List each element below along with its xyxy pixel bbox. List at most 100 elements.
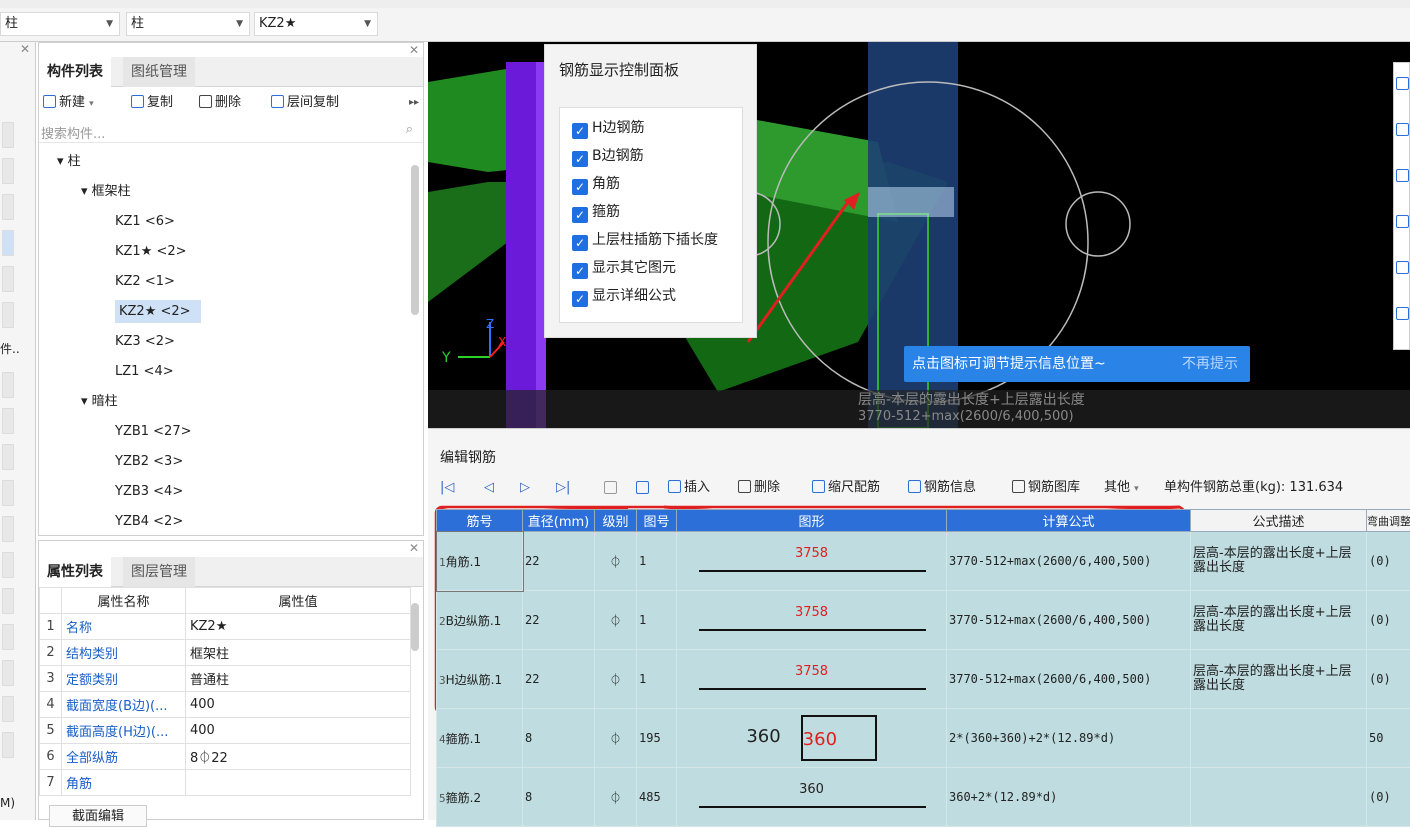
search-input[interactable]: 搜索构件...: [41, 123, 105, 142]
rebar-name-cell[interactable]: 2B边纵筋.1: [437, 591, 523, 650]
col-header[interactable]: 弯曲调整: [1367, 510, 1410, 532]
cube-icon[interactable]: [1396, 169, 1409, 182]
property-row[interactable]: 1名称KZ2★: [40, 614, 411, 640]
more-icon[interactable]: ▸▸: [409, 97, 419, 108]
side-tab[interactable]: [2, 158, 14, 184]
type-select[interactable]: 柱 ▼: [126, 12, 250, 36]
checkbox-checked-icon[interactable]: ✓: [572, 179, 588, 195]
checkbox-checked-icon[interactable]: ✓: [572, 151, 588, 167]
col-header[interactable]: 图号: [637, 510, 677, 532]
side-tab[interactable]: [2, 302, 14, 328]
tab-property-list[interactable]: 属性列表: [39, 557, 111, 587]
figure-no-cell[interactable]: 1: [637, 650, 677, 709]
grade-cell[interactable]: ⏀: [595, 591, 637, 650]
tree-item[interactable]: KZ1★ <2>: [39, 237, 411, 267]
col-header[interactable]: 筋号: [437, 510, 523, 532]
side-tab[interactable]: [2, 122, 14, 148]
formula-cell[interactable]: 2*(360+360)+2*(12.89*d): [947, 709, 1191, 768]
rebar-row[interactable]: 2B边纵筋.122⏀137583770-512+max(2600/6,400,5…: [437, 591, 1410, 650]
tab-drawing-manage[interactable]: 图纸管理: [123, 57, 195, 87]
scale-rebar-button[interactable]: 缩尺配筋: [812, 477, 880, 499]
bend-adjust-cell[interactable]: (0): [1367, 650, 1410, 709]
last-icon[interactable]: ▷|: [556, 477, 570, 499]
tree-item[interactable]: YZB3 <4>: [39, 477, 411, 507]
rebar-name-cell[interactable]: 5箍筋.2: [437, 768, 523, 827]
property-row[interactable]: 4截面宽度(B边)(...400: [40, 692, 411, 718]
checkbox-checked-icon[interactable]: ✓: [572, 207, 588, 223]
side-tab[interactable]: [2, 372, 14, 398]
rebar-library-button[interactable]: 钢筋图库: [1012, 477, 1080, 499]
tree-item[interactable]: YZB1 <27>: [39, 417, 411, 447]
side-tab[interactable]: [2, 552, 14, 578]
property-scrollbar[interactable]: [411, 603, 419, 651]
checkbox-checked-icon[interactable]: ✓: [572, 291, 588, 307]
component-select[interactable]: KZ2★ ▼: [254, 12, 378, 36]
diameter-cell[interactable]: 22: [523, 532, 595, 591]
figure-no-cell[interactable]: 195: [637, 709, 677, 768]
grade-cell[interactable]: ⏀: [595, 768, 637, 827]
bend-adjust-cell[interactable]: (0): [1367, 768, 1410, 827]
property-row[interactable]: 2结构类别框架柱: [40, 640, 411, 666]
side-tab[interactable]: [2, 696, 14, 722]
tree-group[interactable]: ▾ 暗柱: [39, 387, 411, 417]
display-option[interactable]: ✓箍筋: [572, 198, 742, 226]
side-tab[interactable]: [2, 266, 14, 292]
insert-button[interactable]: 插入: [668, 477, 710, 499]
shape-cell[interactable]: 360360: [677, 709, 947, 768]
figure-no-cell[interactable]: 1: [637, 591, 677, 650]
display-option[interactable]: ✓角筋: [572, 170, 742, 198]
tree-scrollbar[interactable]: [411, 165, 419, 315]
first-icon[interactable]: |◁: [440, 477, 454, 499]
side-tab[interactable]: [2, 408, 14, 434]
description-cell[interactable]: [1191, 768, 1367, 827]
property-value[interactable]: KZ2★: [186, 614, 411, 640]
tree-item[interactable]: KZ1 <6>: [39, 207, 411, 237]
figure-no-cell[interactable]: 1: [637, 532, 677, 591]
shape-cell[interactable]: 3758: [677, 532, 947, 591]
zoom-icon[interactable]: [1396, 77, 1409, 90]
tree-item[interactable]: KZ2 <1>: [39, 267, 411, 297]
other-menu[interactable]: 其他 ▾: [1104, 477, 1139, 500]
side-tab[interactable]: [2, 230, 14, 256]
tree-item[interactable]: KZ2★ <2>: [39, 297, 411, 327]
bend-adjust-cell[interactable]: 50: [1367, 709, 1410, 768]
view-icon[interactable]: [1396, 123, 1409, 136]
description-cell[interactable]: 层高-本层的露出长度+上层露出长度: [1191, 591, 1367, 650]
property-value[interactable]: 400: [186, 718, 411, 744]
bend-adjust-cell[interactable]: (0): [1367, 532, 1410, 591]
rebar-row[interactable]: 4箍筋.18⏀1953603602*(360+360)+2*(12.89*d)5…: [437, 709, 1410, 768]
shape-cell[interactable]: 3758: [677, 591, 947, 650]
tree-item[interactable]: YZB4 <2>: [39, 507, 411, 535]
diameter-cell[interactable]: 8: [523, 709, 595, 768]
side-tab[interactable]: [2, 732, 14, 758]
checkbox-checked-icon[interactable]: ✓: [572, 123, 588, 139]
formula-cell[interactable]: 3770-512+max(2600/6,400,500): [947, 532, 1191, 591]
col-header[interactable]: 级别: [595, 510, 637, 532]
property-value[interactable]: 框架柱: [186, 640, 411, 666]
rebar-info-button[interactable]: 钢筋信息: [908, 477, 976, 499]
tab-layer-manage[interactable]: 图层管理: [123, 557, 195, 587]
rebar-row[interactable]: 5箍筋.28⏀485360360+2*(12.89*d)(0): [437, 768, 1410, 827]
display-option[interactable]: ✓显示其它图元: [572, 254, 742, 282]
diameter-cell[interactable]: 22: [523, 650, 595, 709]
display-option[interactable]: ✓H边钢筋: [572, 114, 742, 142]
rebar-name-cell[interactable]: 4箍筋.1: [437, 709, 523, 768]
close-icon[interactable]: ✕: [409, 43, 419, 57]
figure-no-cell[interactable]: 485: [637, 768, 677, 827]
property-row[interactable]: 7角筋: [40, 770, 411, 796]
rebar-row[interactable]: 3H边纵筋.122⏀137583770-512+max(2600/6,400,5…: [437, 650, 1410, 709]
formula-cell[interactable]: 3770-512+max(2600/6,400,500): [947, 591, 1191, 650]
formula-cell[interactable]: 360+2*(12.89*d): [947, 768, 1191, 827]
display-option[interactable]: ✓B边钢筋: [572, 142, 742, 170]
col-header[interactable]: 公式描述: [1191, 510, 1367, 532]
search-icon[interactable]: ⌕: [406, 122, 413, 137]
floor-copy-button[interactable]: 层间复制: [271, 93, 339, 113]
bend-adjust-cell[interactable]: (0): [1367, 591, 1410, 650]
search-box[interactable]: 搜索构件... ⌕: [39, 121, 423, 143]
rebar-row[interactable]: 1角筋.122⏀137583770-512+max(2600/6,400,500…: [437, 532, 1410, 591]
grade-cell[interactable]: ⏀: [595, 650, 637, 709]
side-tab[interactable]: [2, 194, 14, 220]
display-option[interactable]: ✓显示详细公式: [572, 282, 742, 310]
property-row[interactable]: 6全部纵筋8⏀22: [40, 744, 411, 770]
side-tab[interactable]: [2, 588, 14, 614]
